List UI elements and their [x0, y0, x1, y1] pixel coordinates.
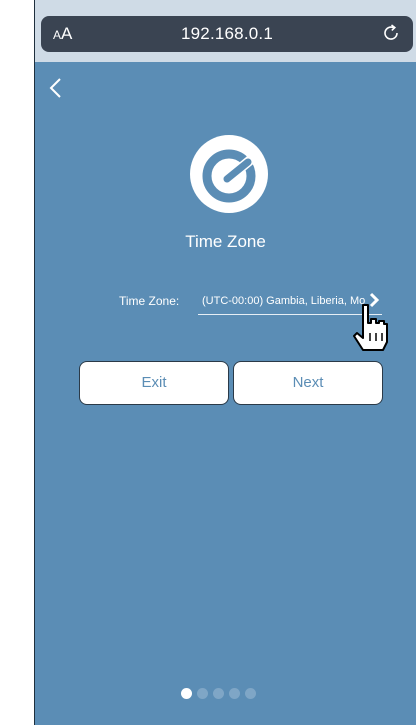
page-title: Time Zone [185, 232, 266, 251]
page-dot [197, 688, 208, 699]
page-dot [229, 688, 240, 699]
page-dot [245, 688, 256, 699]
back-arrow-icon[interactable] [47, 76, 65, 100]
page-dot-active [181, 688, 192, 699]
next-button[interactable]: Next [233, 361, 383, 405]
address-bar[interactable]: AA 192.168.0.1 [41, 16, 413, 52]
page-dot [213, 688, 224, 699]
brand-logo-icon [190, 135, 268, 213]
url-text[interactable]: 192.168.0.1 [41, 24, 413, 44]
page-indicator [181, 688, 256, 700]
browser-toolbar: AA 192.168.0.1 [35, 0, 416, 62]
phone-screen: AA 192.168.0.1 Time Zone Time Zone: (UTC… [34, 0, 416, 725]
reload-icon[interactable] [381, 23, 401, 43]
timezone-label: Time Zone: [119, 294, 180, 308]
timezone-value: (UTC-00:00) Gambia, Liberia, Mo [202, 295, 366, 307]
exit-button[interactable]: Exit [79, 361, 229, 405]
hand-pointer-icon [353, 304, 388, 351]
